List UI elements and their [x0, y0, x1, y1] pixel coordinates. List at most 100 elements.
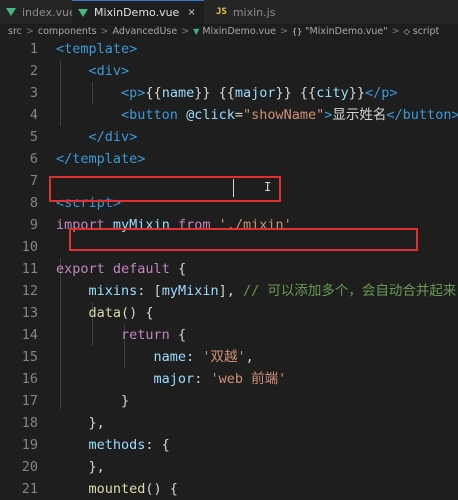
breadcrumb-item-src[interactable]: src [8, 26, 22, 37]
code-line[interactable]: 14 return { [0, 324, 458, 346]
code-token: : { [145, 437, 170, 453]
code-line[interactable]: 11 export default { [0, 258, 458, 280]
code-token: major [153, 371, 195, 387]
code-token: }, [56, 459, 105, 475]
code-line[interactable]: 18 }, [0, 412, 458, 434]
highlight-box-import [49, 176, 281, 202]
code-text: <template> [56, 38, 137, 60]
code-token: : [186, 349, 203, 365]
code-text: return { [56, 324, 186, 346]
highlight-box-mixins [69, 228, 418, 251]
code-token: name [153, 349, 187, 365]
close-icon[interactable]: × [187, 7, 195, 18]
code-token: } [56, 393, 130, 409]
line-number: 12 [21, 283, 38, 299]
line-number: 16 [21, 371, 38, 387]
line-number: 5 [29, 129, 38, 145]
code-token: </button> [386, 107, 458, 123]
code-token: { [169, 327, 187, 343]
code-token: : [ [137, 283, 162, 299]
code-token: mounted [88, 481, 146, 497]
code-text: name: '双越', [56, 346, 254, 368]
code-text: <p>{{name}} {{major}} {{city}}</p> [56, 82, 397, 104]
code-token: {{ [218, 85, 235, 101]
breadcrumb-item-script[interactable]: script [413, 26, 439, 37]
code-text: }, [56, 456, 105, 478]
editor-tab-bar: index.vue MixinDemo.vue × JS mixin.js [0, 0, 458, 25]
code-text: data() { [56, 302, 154, 324]
breadcrumb-item-file[interactable]: MixinDemo.vue [202, 26, 276, 37]
breadcrumb-separator: > [280, 25, 288, 37]
code-token: { [169, 261, 187, 277]
code-text: major: 'web 前端' [56, 368, 287, 390]
code-editor[interactable]: 1 <template> 2 <div> 3 <p>{{name}} {{major}… [0, 38, 458, 497]
breadcrumb-item-advanceduse[interactable]: AdvancedUse [113, 26, 178, 37]
code-line[interactable]: 13 data() { [0, 302, 458, 324]
script-icon: ◇ [403, 26, 410, 36]
code-line[interactable]: 1 <template> [0, 38, 458, 60]
breadcrumb-item-components[interactable]: components [38, 26, 97, 37]
code-token: <div> [88, 63, 130, 79]
code-line[interactable]: 5 </div> [0, 126, 458, 148]
code-line[interactable]: 6 </template> [0, 148, 458, 170]
code-token: mixins [88, 283, 138, 299]
code-token: = [234, 107, 243, 123]
code-token: data [88, 305, 122, 321]
code-line[interactable]: 19 methods: { [0, 434, 458, 456]
code-text: <button @click="showName">显示姓名</button> [56, 104, 458, 126]
line-number: 4 [29, 107, 38, 123]
ibeam-cursor-icon: I [264, 180, 272, 194]
code-line[interactable]: 4 <button @click="showName">显示姓名</button… [0, 104, 458, 126]
code-token: }} [348, 85, 365, 101]
breadcrumb-separator: > [181, 25, 190, 37]
line-number: 10 [21, 239, 38, 255]
vue-file-icon: ▼ [193, 26, 200, 36]
code-token: </p> [364, 85, 398, 101]
code-token: : [194, 371, 211, 387]
text-cursor [233, 179, 234, 197]
tab-label: index.vue [22, 5, 76, 19]
code-token: () { [121, 305, 154, 321]
code-token: city [316, 85, 349, 101]
code-text: }, [56, 412, 105, 434]
tab-mixindemo-vue[interactable]: MixinDemo.vue × [72, 0, 204, 24]
code-token: 显示姓名 [332, 107, 387, 123]
tab-index-vue[interactable]: index.vue [0, 0, 76, 24]
code-token: default [112, 261, 170, 277]
code-line[interactable]: 12 mixins: [myMixin], // 可以添加多个，会自动合并起来 [0, 280, 458, 302]
line-number: 15 [21, 349, 38, 365]
breadcrumb-separator: > [100, 25, 109, 37]
code-line[interactable]: 15 name: '双越', [0, 346, 458, 368]
code-line[interactable]: 20 }, [0, 456, 458, 478]
line-number: 6 [29, 151, 38, 167]
code-line[interactable]: 3 <p>{{name}} {{major}} {{city}}</p> [0, 82, 458, 104]
code-token: // 可以添加多个，会自动合并起来 [242, 283, 457, 299]
breadcrumb-separator: > [25, 25, 34, 37]
code-line[interactable]: 21 mounted() { [0, 478, 458, 500]
vue-file-icon [6, 8, 16, 16]
code-token: }} [275, 85, 292, 101]
code-token: }} [194, 85, 211, 101]
tab-mixin-js[interactable]: JS mixin.js [210, 0, 290, 24]
code-token: @click [186, 107, 235, 123]
code-text: export default { [56, 258, 186, 280]
line-number: 19 [21, 437, 38, 453]
code-line[interactable]: 2 <div> [0, 60, 458, 82]
code-text: methods: { [56, 434, 170, 456]
code-token: <template> [56, 41, 138, 57]
code-token: major [234, 85, 276, 101]
breadcrumb-item-component[interactable]: "MixinDemo.vue" [305, 26, 387, 37]
code-text: <div> [56, 60, 130, 82]
code-token: }, [56, 415, 105, 431]
breadcrumb: src > components > AdvancedUse > ▼ Mixin… [0, 24, 458, 38]
code-line[interactable]: 16 major: 'web 前端' [0, 368, 458, 390]
